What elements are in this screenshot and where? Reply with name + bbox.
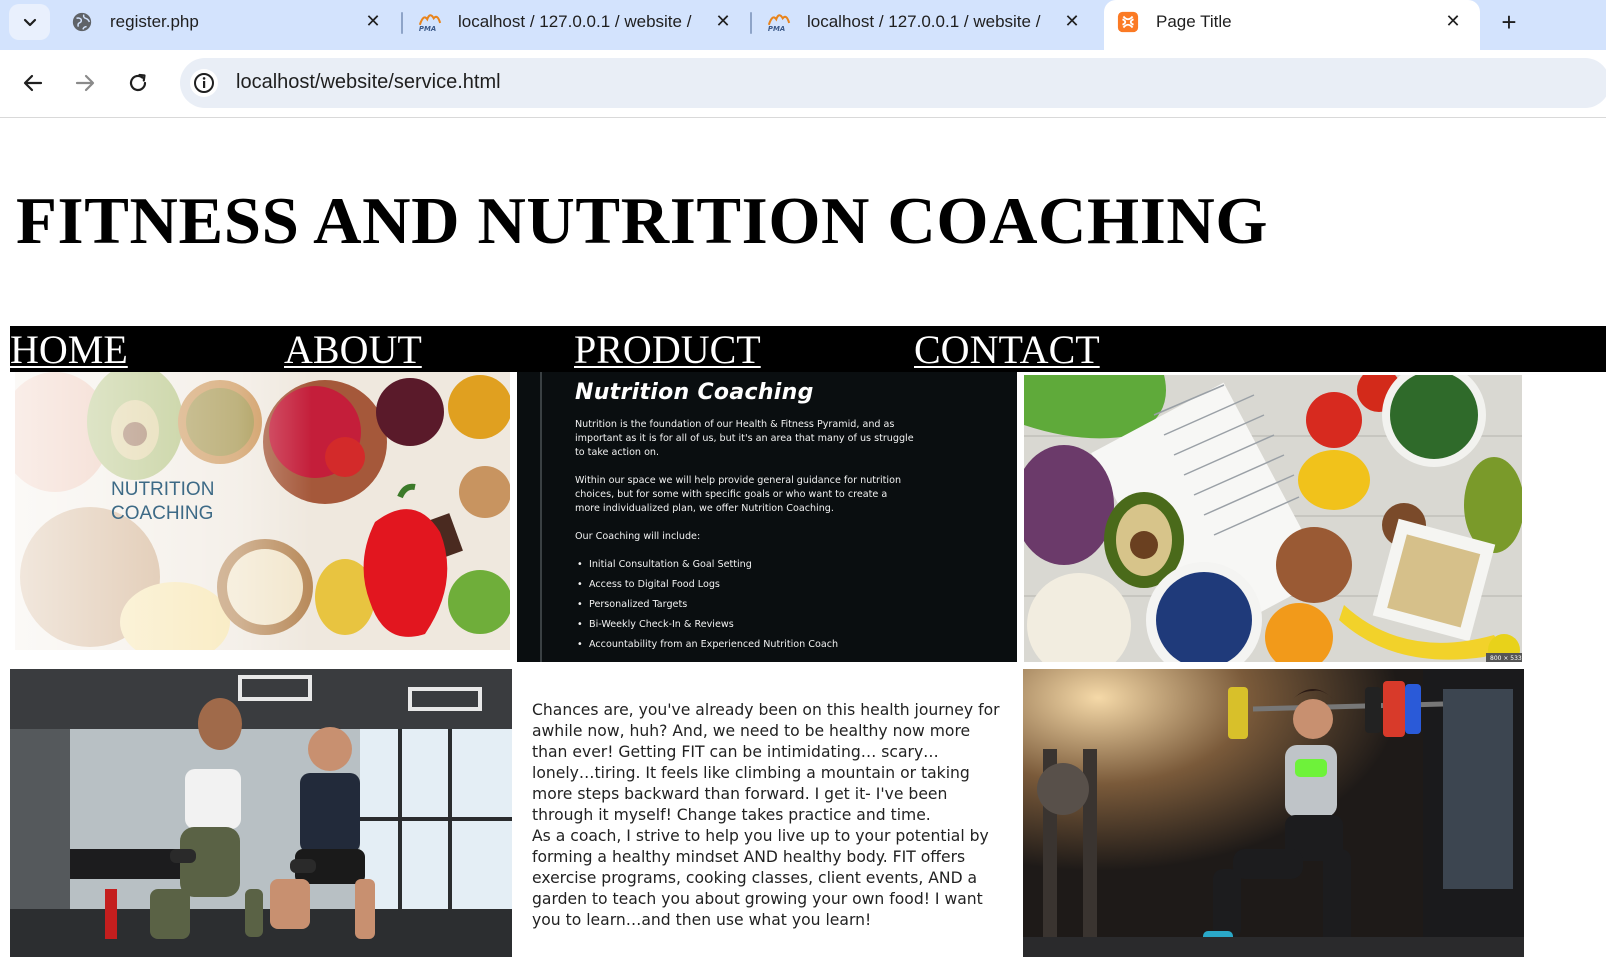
forward-button[interactable]: [70, 68, 100, 98]
browser-toolbar: localhost/website/service.html: [0, 50, 1606, 118]
globe-icon: [72, 12, 92, 32]
svg-text:PMA: PMA: [768, 25, 785, 33]
card-paragraph-3: Our Coaching will include:: [575, 531, 701, 542]
new-tab-button[interactable]: +: [1494, 8, 1524, 38]
nutrition-info-card: Nutrition Coaching Nutrition is the foun…: [517, 372, 1017, 662]
close-tab-icon[interactable]: ✕: [712, 10, 734, 32]
card-heading: Nutrition Coaching: [575, 380, 814, 405]
phpmyadmin-icon: PMA: [418, 14, 442, 33]
card-list-item: Bi-Weekly Check-In & Reviews: [575, 618, 838, 638]
gym-lunges-image: [10, 669, 512, 957]
nav-link-home[interactable]: HOME: [10, 328, 128, 372]
tab-phpmyadmin-1[interactable]: PMA localhost / 127.0.0.1 / website / ✕: [406, 0, 748, 44]
back-button[interactable]: [18, 68, 48, 98]
card-list-item: Personalized Targets: [575, 598, 838, 618]
nav-link-about[interactable]: ABOUT: [284, 328, 422, 372]
intro-paragraph-1: Chances are, you've already been on this…: [532, 701, 1000, 824]
tab-title: localhost / 127.0.0.1 / website /: [807, 12, 1041, 31]
card-list-item: Initial Consultation & Goal Setting: [575, 558, 838, 578]
gym-lunges-illustration: [10, 669, 512, 957]
card-paragraph-2: Within our space we will help provide ge…: [575, 475, 902, 514]
arrow-right-icon: [75, 74, 95, 92]
food-illustration: NUTRITION COACHING: [15, 372, 510, 650]
address-bar[interactable]: localhost/website/service.html: [180, 58, 1606, 108]
page-title: FITNESS AND NUTRITION COACHING: [16, 184, 1269, 258]
main-navbar: HOME ABOUT PRODUCT CONTACT: [10, 326, 1606, 372]
nutrition-banner-image: NUTRITION COACHING: [15, 372, 510, 650]
card-list-item: Accountability from an Experienced Nutri…: [575, 638, 838, 658]
tab-title: localhost / 127.0.0.1 / website /: [458, 12, 692, 31]
banner-text-line2: COACHING: [111, 503, 213, 524]
site-info-button[interactable]: [190, 69, 218, 97]
tab-title: register.php: [110, 12, 199, 31]
gym-barbell-illustration: [1023, 669, 1524, 957]
gym-barbell-image: [1023, 669, 1524, 957]
image-size-badge: 800 × 533: [1490, 655, 1522, 662]
tab-title: Page Title: [1156, 12, 1232, 31]
card-divider-line: [540, 372, 542, 662]
close-tab-icon[interactable]: ✕: [1442, 10, 1464, 32]
reload-button[interactable]: [123, 68, 153, 98]
xampp-icon: [1117, 11, 1139, 33]
close-tab-icon[interactable]: ✕: [362, 10, 384, 32]
nav-link-contact[interactable]: CONTACT: [914, 328, 1100, 372]
card-list: Initial Consultation & Goal Setting Acce…: [575, 558, 838, 658]
card-list-item: Access to Digital Food Logs: [575, 578, 838, 598]
arrow-left-icon: [23, 74, 43, 92]
banner-text-line1: NUTRITION: [111, 479, 214, 500]
intro-text: Chances are, you've already been on this…: [532, 700, 1002, 931]
tab-register[interactable]: register.php ✕: [58, 0, 400, 44]
tab-phpmyadmin-2[interactable]: PMA localhost / 127.0.0.1 / website / ✕: [755, 0, 1097, 44]
reload-icon: [129, 73, 147, 92]
intro-paragraph-2: As a coach, I strive to help you live up…: [532, 827, 989, 929]
card-paragraph-1: Nutrition is the foundation of our Healt…: [575, 419, 914, 458]
nav-link-product[interactable]: PRODUCT: [574, 328, 761, 372]
tab-strip: register.php ✕ PMA localhost / 127.0.0.1…: [0, 0, 1606, 50]
chevron-down-icon: [23, 18, 36, 27]
tab-separator: [750, 12, 752, 34]
phpmyadmin-icon: PMA: [767, 14, 791, 33]
tab-separator: [401, 12, 403, 34]
tab-page-title[interactable]: Page Title ✕: [1104, 0, 1480, 50]
close-tab-icon[interactable]: ✕: [1061, 10, 1083, 32]
vegetables-image: 800 × 533: [1024, 375, 1522, 662]
vegetables-illustration: 800 × 533: [1024, 375, 1522, 662]
info-icon: [194, 73, 214, 93]
tab-search-button[interactable]: [9, 4, 50, 40]
url-text: localhost/website/service.html: [236, 71, 501, 93]
svg-text:PMA: PMA: [419, 25, 436, 33]
